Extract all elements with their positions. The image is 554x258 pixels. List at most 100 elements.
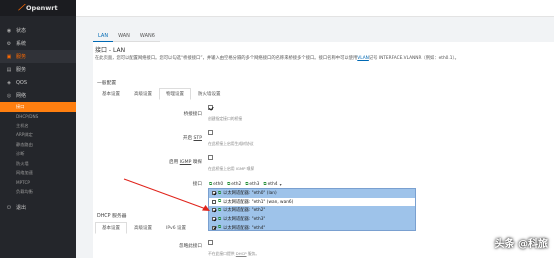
sidebar-subitem-loadbalance[interactable]: 负载均衡 — [0, 188, 76, 198]
logout-icon: ⏻ — [7, 204, 11, 211]
sidebar-item-label: 状态 — [16, 28, 27, 34]
dropdown-option-eth1[interactable]: ⧉ 以太网适配器: "eth1" (wan, wan6) — [209, 198, 415, 207]
help-suffix: 服务。 — [246, 251, 260, 256]
subtab-dhcp-advanced[interactable]: 高级设置 — [127, 222, 159, 234]
subtab-basic[interactable]: 基本设置 — [95, 88, 127, 100]
stp-help: 在此桥接上启用生成树协议 — [208, 141, 254, 146]
sidebar-subitem-label: 防火墙 — [16, 160, 29, 166]
sidebar-subitem-label: ARP绑定 — [16, 132, 33, 138]
option-label: 以太网适配器: "eth2" — [223, 208, 266, 214]
tab-lan[interactable]: LAN — [93, 31, 114, 42]
sidebar-subitem-routes[interactable]: 静态路由 — [0, 140, 76, 150]
interface-chip: ⧉ eth2 — [227, 181, 242, 188]
igmp-snooping-checkbox[interactable] — [208, 155, 213, 160]
igmp-label-suffix: 嗅探 — [191, 160, 202, 165]
sidebar-item-logout[interactable]: ⏻ 退出 — [0, 201, 76, 214]
sidebar-item-label: QOS — [16, 79, 28, 86]
stp-checkbox[interactable] — [208, 130, 213, 135]
tab-wan[interactable]: WAN — [113, 31, 135, 42]
dhcp-link[interactable]: DHCP — [236, 251, 247, 256]
sidebar-item-services[interactable]: ▣ 服务 — [0, 50, 76, 63]
option-label: 以太网适配器: "eth3" — [223, 217, 266, 223]
help-prefix: 不在此接口提供 — [208, 251, 236, 256]
sidebar-subitem-label: 网络加速 — [16, 170, 33, 176]
chip-label: eth4 — [267, 181, 278, 187]
stp-label-prefix: 开启 — [182, 136, 194, 141]
ignore-interface-checkbox[interactable] — [208, 240, 213, 245]
stp-link[interactable]: STP — [194, 136, 203, 141]
sidebar-item-nas[interactable]: ▤ 服务 — [0, 63, 76, 76]
subtab-dhcp-ipv6[interactable]: IPv6 设置 — [159, 222, 193, 234]
dropdown-option-eth4[interactable]: ⧉ 以太网适配器: "eth4" — [209, 223, 415, 231]
sidebar-subitem-label: 接口 — [16, 103, 25, 109]
igmp-link[interactable]: IGMP — [180, 160, 192, 165]
interface-dropdown-list[interactable]: ⧉ 以太网适配器: "eth0" (lan) ⧉ 以太网适配器: "eth1" … — [208, 188, 416, 231]
ethernet-icon: ⧉ — [245, 182, 249, 187]
subtab-advanced[interactable]: 高级设置 — [127, 88, 159, 100]
sidebar-subitem-arp[interactable]: ARP绑定 — [0, 131, 76, 141]
section1-subtabs: 基本设置 高级设置 物理设置 防火墙设置 — [95, 88, 228, 100]
watermark: 头条 @科旅 — [494, 239, 548, 250]
dropdown-option-eth2[interactable]: ⧉ 以太网适配器: "eth2" — [209, 206, 415, 215]
subtab-firewall[interactable]: 防火墙设置 — [191, 88, 228, 100]
sidebar-subitem-mptcp[interactable]: MPTCP — [0, 178, 76, 188]
interface-chip: ⧉ eth3 — [245, 181, 259, 188]
igmp-label: 启用 IGMP 嗅探 — [122, 159, 202, 165]
nas-icon: ▤ — [6, 66, 12, 73]
option-label: 以太网适配器: "eth4" — [223, 225, 266, 231]
bridge-interfaces-checkbox[interactable] — [208, 105, 213, 110]
sidebar-subitem-label: MPTCP — [16, 180, 30, 186]
sidebar-subitem-label: 静态路由 — [16, 141, 33, 147]
sidebar-item-label: 网络 — [16, 93, 27, 99]
page-description: 在此页面，您可以配置网络接口。您可以勾选“桥接接口”，并输入由空格分隔的多个网络… — [95, 56, 535, 62]
chip-label: eth2 — [231, 181, 242, 187]
sidebar-subitem-diagnostics[interactable]: 诊断 — [0, 150, 76, 160]
vlan-link[interactable]: VLAN — [357, 56, 369, 61]
brand[interactable]: ⟋ Openwrt — [0, 0, 76, 16]
option-checkbox[interactable] — [212, 225, 216, 230]
option-label: 以太网适配器: "eth0" (lan) — [223, 191, 277, 197]
sidebar-subitem-dhcp[interactable]: DHCP/DNS — [0, 112, 76, 122]
option-label: 以太网适配器: "eth1" (wan, wan6) — [223, 199, 294, 205]
dropdown-option-eth0[interactable]: ⧉ 以太网适配器: "eth0" (lan) — [209, 189, 415, 198]
tab-wan6[interactable]: WAN6 — [134, 31, 160, 42]
sidebar: ⟋ Openwrt ◉ 状态 ⚙ 系统 ▣ 服务 ▤ 服务 ◈ QOS ◎ 网络… — [0, 0, 76, 258]
sidebar-subitem-interfaces[interactable]: 接口 — [0, 102, 76, 112]
qos-icon: ◈ — [7, 79, 11, 86]
subtab-dhcp-basic[interactable]: 基本设置 — [95, 222, 127, 234]
services-icon: ▣ — [6, 53, 12, 60]
ignore-interface-label: 忽略此接口 — [179, 244, 202, 249]
sidebar-item-status[interactable]: ◉ 状态 — [0, 24, 76, 37]
interface-tabs: LAN WAN WAN6 — [93, 31, 160, 42]
sidebar-item-label: 退出 — [16, 205, 27, 211]
ethernet-icon: ⧉ — [263, 182, 267, 187]
description-text: 记号 INTERFACE.VLANNR（例如：eth0.1）。 — [368, 56, 459, 61]
sidebar-subitem-label: 负载均衡 — [16, 189, 33, 195]
sidebar-item-system[interactable]: ⚙ 系统 — [0, 37, 76, 50]
bridge-interfaces-help: 创建指定接口的桥接 — [208, 116, 243, 121]
ethernet-icon: ⧉ — [227, 182, 231, 187]
sidebar-subitem-hostnames[interactable]: 主机名 — [0, 121, 76, 131]
sidebar-item-label: 服务 — [16, 54, 27, 60]
general-config-title: 一般配置 — [97, 81, 117, 86]
page-title: 接口 - LAN — [95, 47, 126, 54]
red-arrow-annotation — [123, 178, 210, 211]
dropdown-option-eth3[interactable]: ⧉ 以太网适配器: "eth3" — [209, 214, 415, 224]
sidebar-item-qos[interactable]: ◈ QOS — [0, 76, 76, 89]
sidebar-subitem-label: 主机名 — [16, 122, 29, 128]
brand-name: Openwrt — [26, 4, 58, 12]
sidebar-subitem-label: 诊断 — [16, 151, 25, 157]
ignore-interface-help: 不在此接口提供 DHCP 服务。 — [208, 251, 259, 257]
sidebar-item-network[interactable]: ◎ 网络 — [0, 89, 76, 102]
system-icon: ⚙ — [6, 40, 12, 47]
interface-chip: ⧉ eth4 ▾ — [263, 181, 282, 188]
description-text: 在此页面，您可以配置网络接口。您可以勾选“桥接接口”，并输入由空格分隔的多个网络… — [95, 56, 358, 61]
sidebar-subitem-label: DHCP/DNS — [16, 113, 39, 119]
status-icon: ◉ — [6, 27, 12, 34]
sidebar-subitem-acceleration[interactable]: 网络加速 — [0, 169, 76, 179]
option-checkbox[interactable] — [212, 217, 216, 222]
chevron-down-icon: ▾ — [279, 181, 282, 187]
section2-subtabs: 基本设置 高级设置 IPv6 设置 — [95, 222, 193, 234]
subtab-physical[interactable]: 物理设置 — [159, 88, 191, 100]
sidebar-subitem-firewall[interactable]: 防火墙 — [0, 159, 76, 169]
